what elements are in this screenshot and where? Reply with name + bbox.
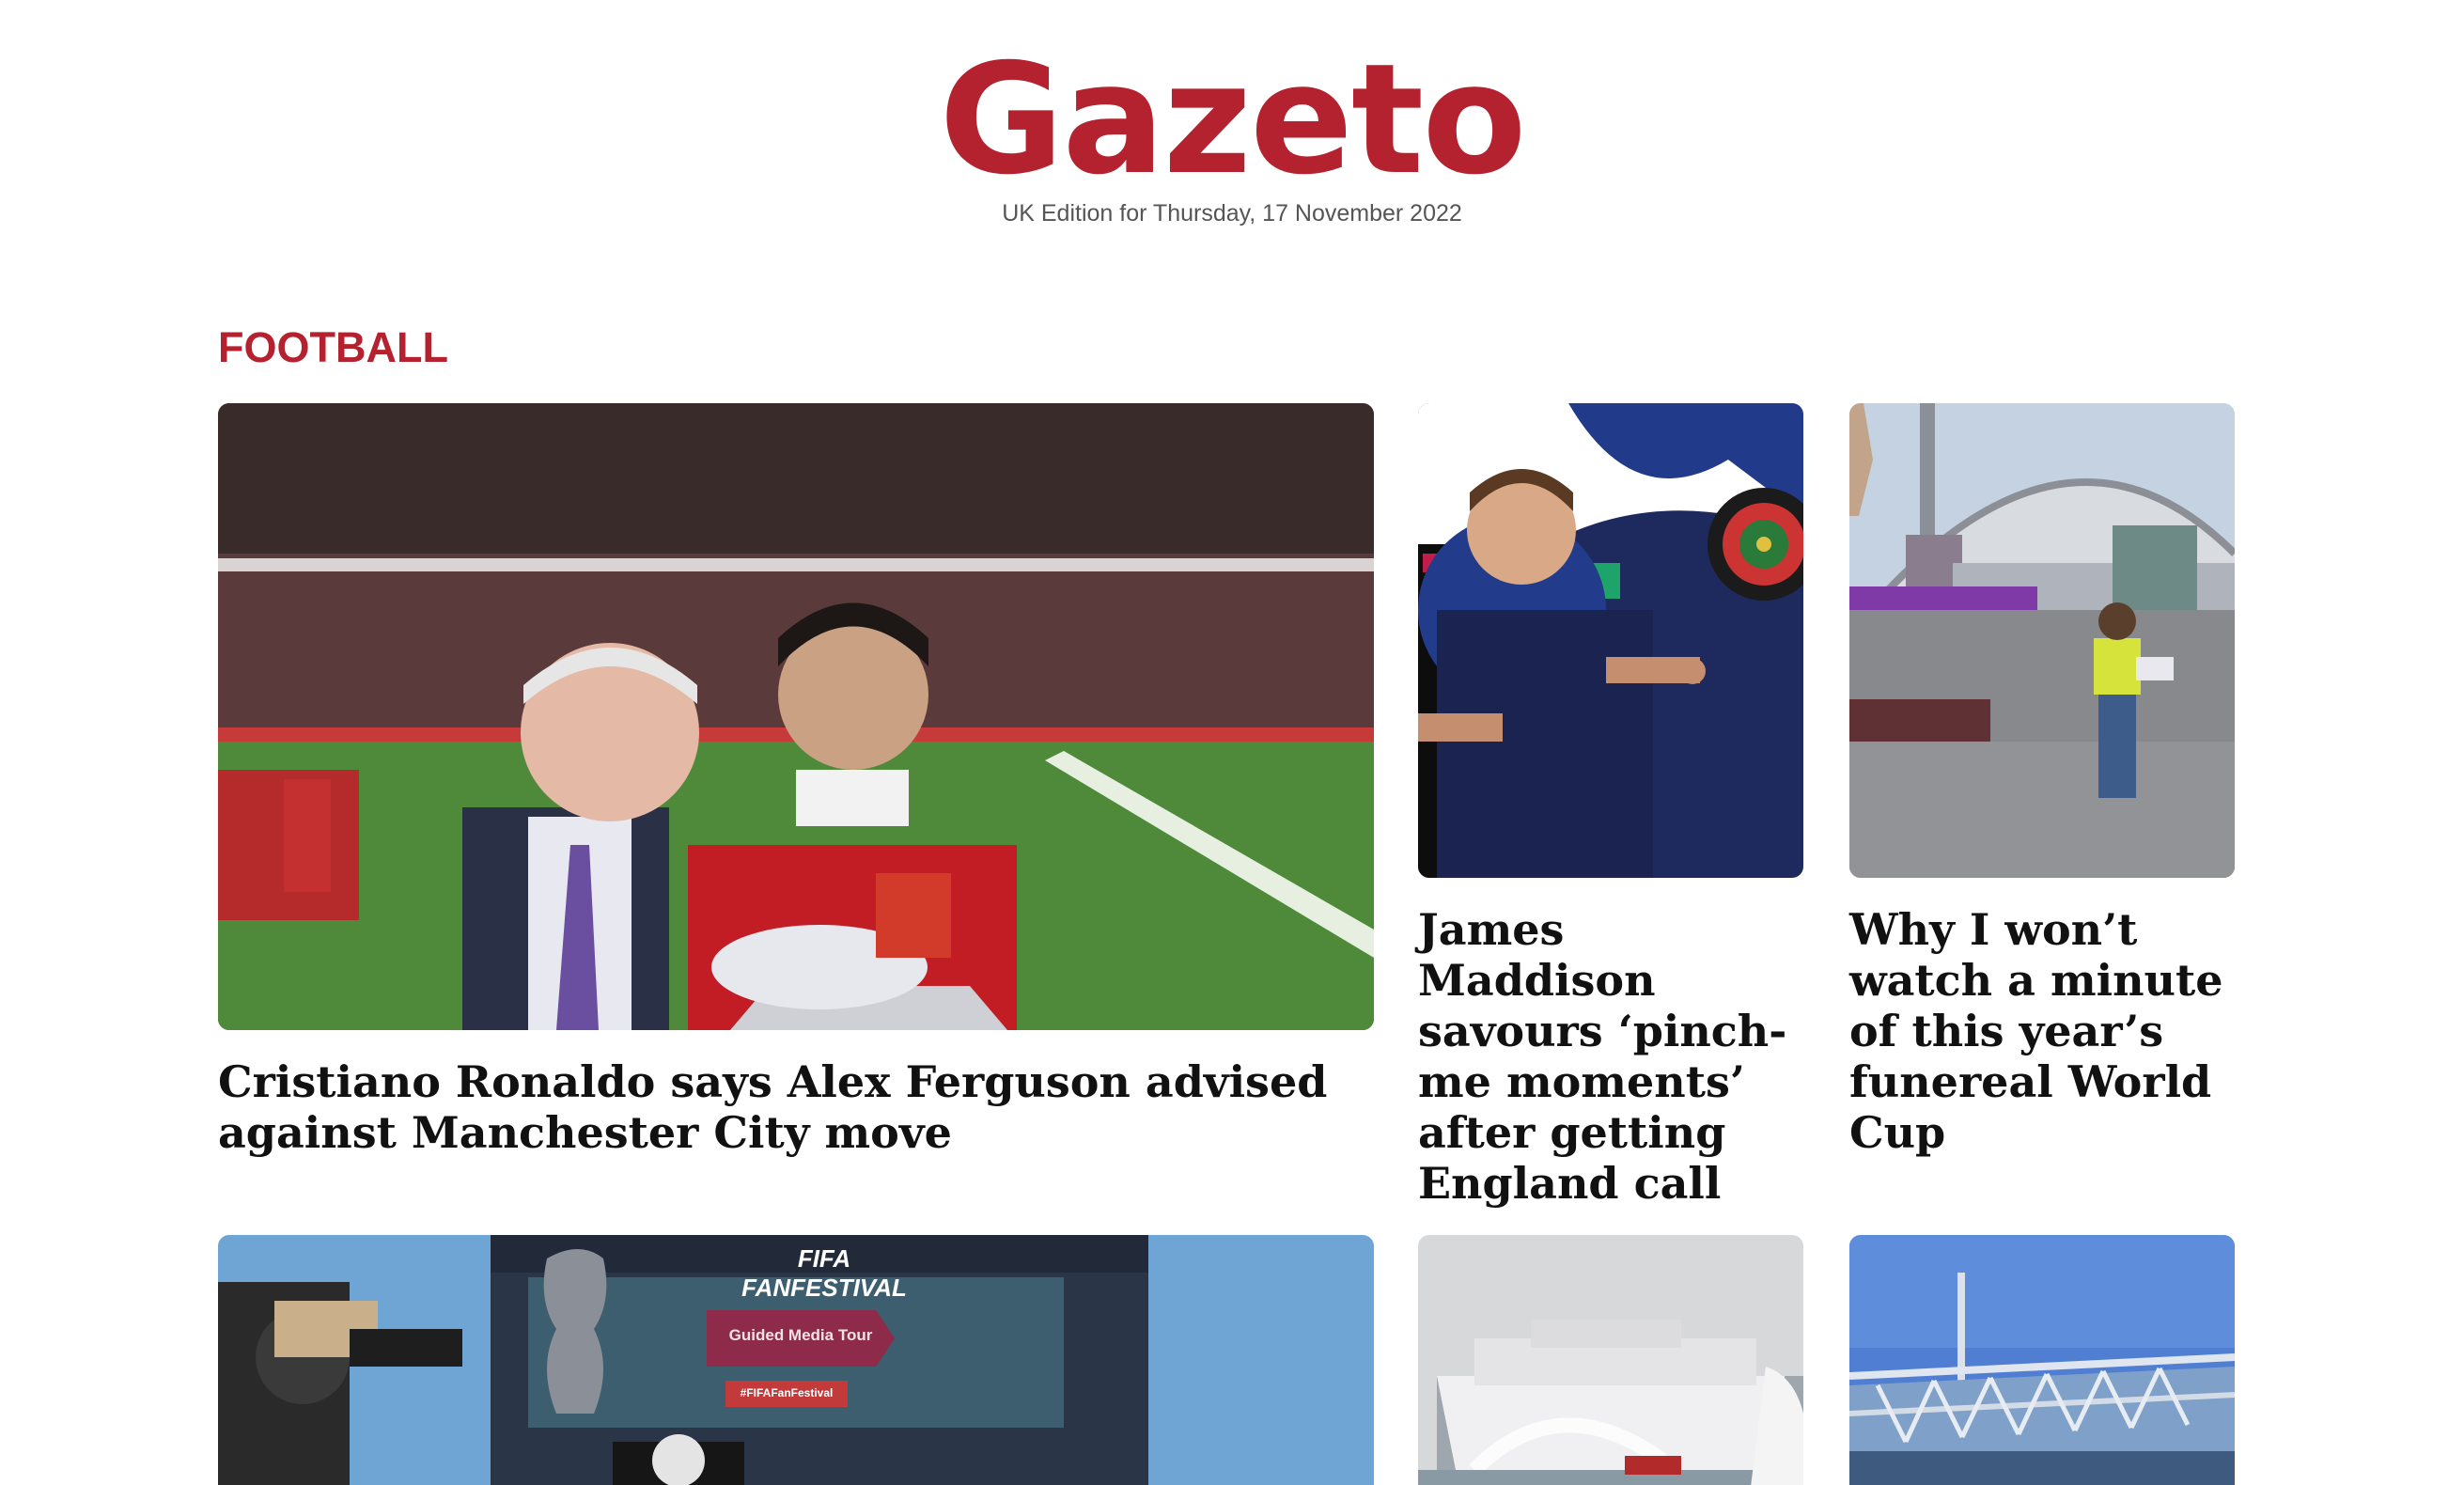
article-image[interactable] bbox=[1418, 1235, 1803, 1485]
article-headline[interactable]: Cristiano Ronaldo says Alex Ferguson adv… bbox=[218, 1056, 1374, 1158]
article-image[interactable] bbox=[1849, 403, 2235, 878]
article-image[interactable]: FIFA FANFESTIVAL Guided Media Tour #FIFA… bbox=[218, 1235, 1374, 1485]
banner-text: FIFA FANFESTIVAL bbox=[741, 1244, 907, 1302]
article-headline[interactable]: Why I won’t watch a minute of this year’… bbox=[1849, 904, 2235, 1158]
article-card-lead[interactable]: Cristiano Ronaldo says Alex Ferguson adv… bbox=[218, 403, 1374, 1165]
site-logo[interactable]: Gazeto bbox=[0, 36, 2464, 205]
tour-text: Guided Media Tour bbox=[728, 1326, 873, 1344]
article-card[interactable]: Why I won’t watch a minute of this year’… bbox=[1849, 403, 2235, 1165]
article-image[interactable] bbox=[1849, 1235, 2235, 1485]
article-card[interactable] bbox=[1418, 1235, 1803, 1485]
article-image[interactable] bbox=[218, 403, 1374, 1030]
section-title-football[interactable]: FOOTBALL bbox=[218, 320, 448, 376]
article-image[interactable] bbox=[1418, 403, 1803, 878]
article-headline[interactable]: James Maddison savours ‘pinch-me moments… bbox=[1418, 904, 1803, 1209]
article-card[interactable]: James Maddison savours ‘pinch-me moments… bbox=[1418, 403, 1803, 1209]
article-card[interactable] bbox=[1849, 1235, 2235, 1485]
edition-date: UK Edition for Thursday, 17 November 202… bbox=[1002, 200, 1462, 227]
article-card[interactable]: FIFA FANFESTIVAL Guided Media Tour #FIFA… bbox=[218, 1235, 1374, 1485]
hashtag-text: #FIFAFanFestival bbox=[740, 1386, 834, 1399]
